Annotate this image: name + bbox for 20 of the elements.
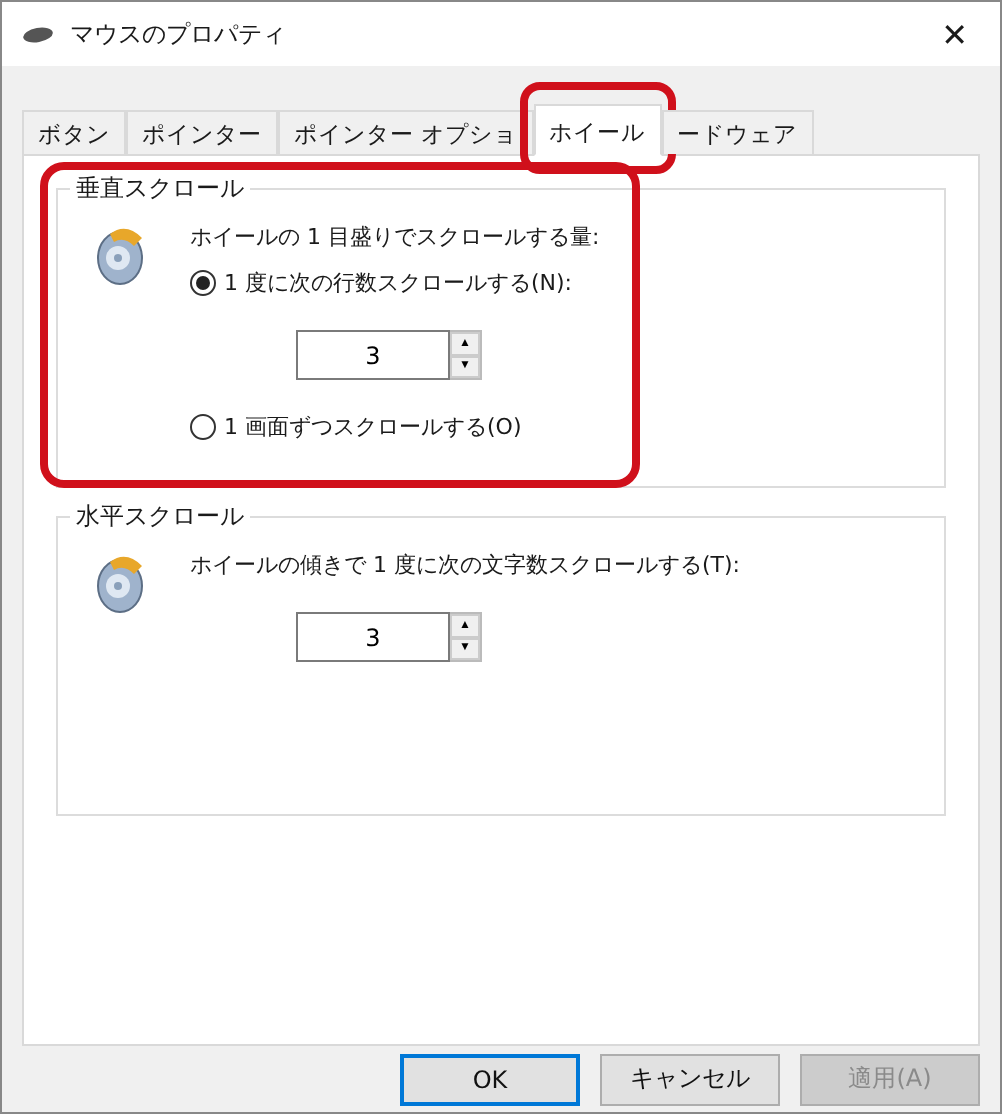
prompt-label: ホイールの 1 目盛りでスクロールする量: [190, 222, 600, 252]
dialog-button[interactable]: OK [400, 1053, 580, 1105]
radio-button[interactable] [190, 270, 216, 296]
tab[interactable]: ポインター オプショ [278, 110, 534, 154]
tab[interactable]: ポインター [126, 110, 278, 154]
dialog-button[interactable]: キャンセル [600, 1053, 780, 1105]
prompt-label: ホイールの傾きで 1 度に次の文字数スクロールする(T): [190, 550, 740, 580]
window-title: マウスのプロパティ [70, 17, 288, 51]
tab[interactable]: ードウェア [661, 110, 814, 154]
mouse-icon [22, 25, 54, 43]
close-button[interactable]: ✕ [941, 15, 980, 53]
tab[interactable]: ボタン [22, 110, 126, 154]
number-field[interactable]: 3 [296, 330, 450, 380]
group-title: 水平スクロール [70, 500, 250, 534]
radio-button[interactable] [190, 414, 216, 440]
radio-label[interactable]: 1 度に次の行数スクロールする(N): [224, 268, 573, 298]
radio-label[interactable]: 1 画面ずつスクロールする(O) [224, 412, 522, 442]
tab[interactable]: ホイール [533, 104, 662, 156]
number-field[interactable]: 3 [296, 612, 450, 662]
group-title: 垂直スクロール [70, 172, 250, 206]
